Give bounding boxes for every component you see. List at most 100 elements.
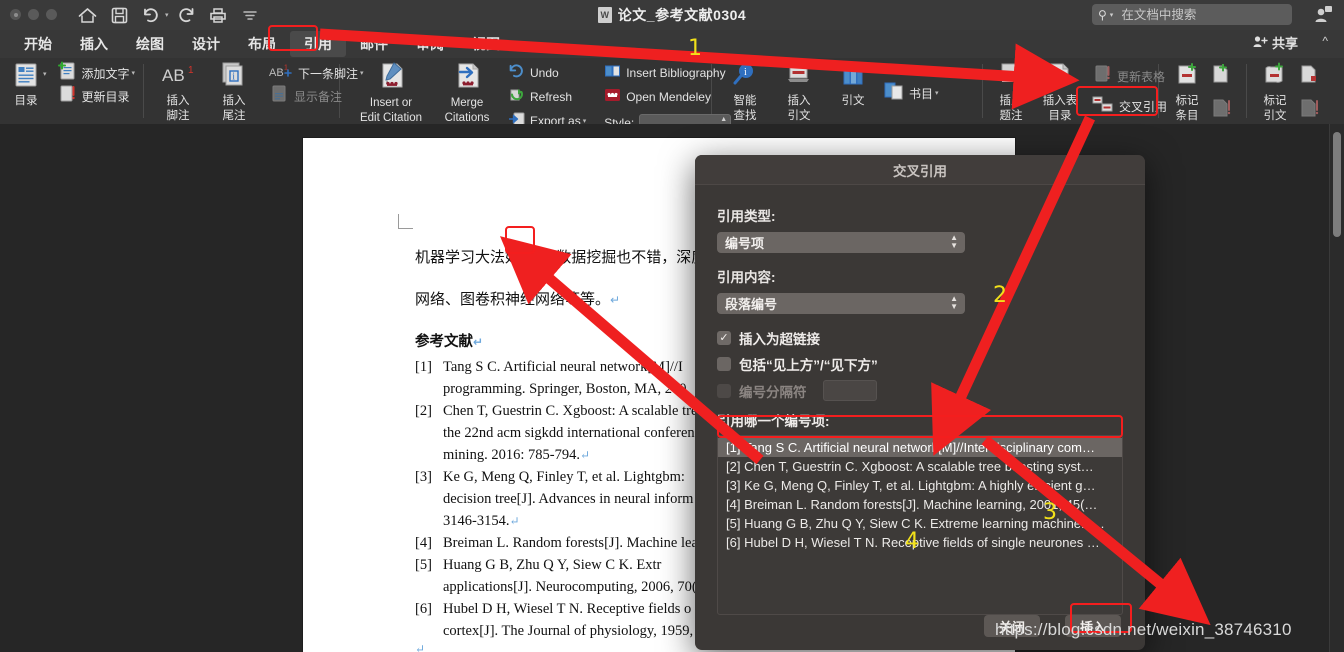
- insert-endnote-button[interactable]: i 插入 尾注: [211, 58, 257, 123]
- reference-line: cortex[J]. The Journal of physiology, 19…: [443, 623, 704, 639]
- home-icon[interactable]: [72, 2, 102, 28]
- list-item[interactable]: [4] Breiman L. Random forests[J]. Machin…: [718, 495, 1122, 514]
- ribbon-separator: [1246, 64, 1247, 118]
- scrollbar-thumb[interactable]: [1333, 132, 1341, 237]
- insert-as-hyperlink-checkbox[interactable]: [717, 331, 731, 345]
- insert-table-of-authorities-button[interactable]: [1298, 65, 1320, 86]
- insert-caption-button[interactable]: 插入 题注: [990, 58, 1032, 123]
- insert-reference-to-select[interactable]: 段落编号 ▲ ▼: [717, 293, 965, 314]
- numbered-item-listbox[interactable]: [1] Tang S C. Artificial neural network[…: [717, 435, 1123, 615]
- tab-review[interactable]: 审阅: [402, 31, 458, 57]
- update-index-button: [1210, 99, 1232, 120]
- bibliography-dropdown-icon[interactable]: ▾: [935, 89, 939, 97]
- next-footnote-button[interactable]: AB 1 下一条脚注 ▾: [269, 63, 364, 83]
- next-footnote-label: 下一条脚注: [298, 66, 359, 81]
- number-separator-checkbox: [717, 383, 731, 398]
- reference-type-select[interactable]: 编号项 ▲ ▼: [717, 232, 965, 253]
- save-icon[interactable]: [104, 2, 134, 28]
- refresh-button[interactable]: Refresh: [508, 87, 586, 107]
- quick-access-toolbar[interactable]: ▾: [72, 2, 265, 28]
- tab-design[interactable]: 设计: [178, 31, 234, 57]
- reference-number: [4]: [415, 535, 432, 551]
- share-button[interactable]: 共享: [1253, 33, 1298, 52]
- add-text-icon: [57, 61, 77, 86]
- update-toc-button[interactable]: 更新目录: [57, 84, 136, 109]
- undo-citation-button[interactable]: Undo: [508, 63, 586, 83]
- update-toc-icon: [57, 84, 77, 109]
- toc-dropdown-icon[interactable]: ▾: [43, 70, 47, 78]
- chevron-up-icon[interactable]: ^: [1322, 34, 1328, 48]
- customize-icon[interactable]: [235, 2, 265, 28]
- insert-reference-to-value: 段落编号: [725, 297, 778, 312]
- insert-index-button[interactable]: [1210, 63, 1232, 86]
- open-mendeley-button[interactable]: Open Mendeley: [604, 87, 731, 107]
- close-window-button[interactable]: [10, 9, 21, 20]
- include-above-below-row[interactable]: 包括“见上方”/“见下方”: [717, 354, 1123, 374]
- search-input[interactable]: [1119, 6, 1274, 23]
- insert-footnote-button[interactable]: AB 1 插入 脚注: [155, 58, 201, 123]
- insert-bibliography-button[interactable]: Insert Bibliography: [604, 63, 731, 83]
- citation-button[interactable]: 引文: [830, 58, 876, 108]
- print-icon[interactable]: [203, 2, 233, 28]
- reference-line: mining. 2016: 785-794.↵: [443, 447, 591, 463]
- document-paragraph-1[interactable]: 机器学习大法好[1]，数据挖掘也不错，深度学: [415, 246, 721, 267]
- add-text-dropdown-icon[interactable]: ▾: [132, 69, 136, 77]
- reference-line: applications[J]. Neurocomputing, 2006, 7…: [443, 579, 704, 595]
- window-controls[interactable]: [10, 9, 57, 20]
- bibliography-icon: [604, 63, 621, 84]
- reference-line: 3146-3154.↵: [443, 513, 520, 529]
- merge-citations-button[interactable]: Merge Citations: [438, 58, 496, 125]
- smart-lookup-icon: i: [731, 62, 759, 93]
- tab-insert[interactable]: 插入: [66, 31, 122, 57]
- tab-mailings[interactable]: 邮件: [346, 31, 402, 57]
- mark-entry-button[interactable]: 标记 条目: [1170, 58, 1204, 123]
- mark-citation-label-1: 标记: [1263, 95, 1287, 107]
- citation-books-icon: [840, 66, 866, 93]
- list-item[interactable]: [6] Hubel D H, Wiesel T N. Receptive fie…: [718, 533, 1122, 552]
- maximize-window-button[interactable]: [46, 9, 57, 20]
- insert-as-hyperlink-row[interactable]: 插入为超链接: [717, 328, 1123, 348]
- update-table-icon: [1092, 65, 1112, 88]
- cross-reference-dialog[interactable]: 交叉引用 引用类型: 编号项 ▲▼ 引用内容: 段落编号 ▲▼ 插入为超链接 包…: [695, 155, 1145, 650]
- undo-dropdown-icon[interactable]: ▾: [165, 11, 169, 19]
- account-icon[interactable]: [1313, 5, 1332, 29]
- table-of-figures-icon: [1046, 62, 1074, 93]
- bibliography-list-icon: [884, 81, 904, 105]
- ribbon-separator: [143, 64, 144, 118]
- tab-draw[interactable]: 绘图: [122, 31, 178, 57]
- tab-view[interactable]: 视图: [458, 31, 514, 57]
- svg-text:AB: AB: [269, 67, 284, 79]
- search-dropdown-icon[interactable]: ▾: [1110, 11, 1114, 19]
- reference-type-label: 引用类型:: [717, 209, 776, 224]
- mark-citation-button[interactable]: 标记 引文: [1258, 58, 1292, 123]
- bibliography-label: 书目: [909, 86, 934, 101]
- number-separator-input: [822, 380, 877, 401]
- list-item[interactable]: [3] Ke G, Meng Q, Finley T, et al. Light…: [718, 476, 1122, 495]
- document-paragraph-2[interactable]: 网络、图卷积神经网络等等。↵: [415, 288, 620, 309]
- include-above-below-label: 包括“见上方”/“见下方”: [739, 358, 878, 373]
- redo-icon[interactable]: [171, 2, 201, 28]
- undo-icon[interactable]: [136, 2, 166, 28]
- insert-citation-button[interactable]: 插入 引文: [776, 58, 822, 123]
- bibliography-button[interactable]: 书目 ▾: [884, 81, 939, 105]
- minimize-window-button[interactable]: [28, 9, 39, 20]
- reference-line: Huang G B, Zhu Q Y, Siew C K. Extr: [443, 557, 662, 573]
- add-text-button[interactable]: 添加文字 ▾: [57, 61, 136, 86]
- title-bar: ▾ 论文_参考文献0304 ⚲ ▾: [0, 0, 1344, 30]
- insert-or-edit-citation-button[interactable]: Insert or Edit Citation: [352, 58, 430, 125]
- smart-lookup-button[interactable]: i 智能 查找: [722, 58, 768, 123]
- toc-button[interactable]: 目录: [8, 58, 44, 108]
- table-of-contents-icon: [13, 62, 39, 93]
- annotation-number-1: 1: [688, 36, 702, 61]
- tab-start[interactable]: 开始: [10, 31, 66, 57]
- list-item[interactable]: [1] Tang S C. Artificial neural network[…: [718, 438, 1122, 457]
- ribbon-tab-bar[interactable]: 开始 插入 绘图 设计 布局 引用 邮件 审阅 视图: [0, 30, 1344, 58]
- share-icon: [1253, 35, 1268, 51]
- search-box[interactable]: ⚲ ▾: [1092, 4, 1292, 25]
- show-notes-button: 显示备注: [269, 85, 364, 106]
- list-item[interactable]: [5] Huang G B, Zhu Q Y, Siew C K. Extrem…: [718, 514, 1122, 533]
- include-above-below-checkbox[interactable]: [717, 357, 731, 371]
- list-item[interactable]: [2] Chen T, Guestrin C. Xgboost: A scala…: [718, 457, 1122, 476]
- dialog-title-bar: 交叉引用: [695, 155, 1145, 185]
- vertical-scrollbar[interactable]: [1329, 124, 1344, 652]
